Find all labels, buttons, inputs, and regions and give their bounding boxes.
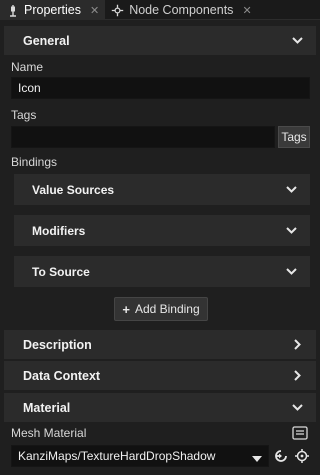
tags-field[interactable] xyxy=(11,126,275,148)
tags-label: Tags xyxy=(11,108,37,122)
go-to-resource-icon[interactable] xyxy=(272,447,290,465)
mesh-material-label: Mesh Material xyxy=(11,426,87,440)
chevron-right-icon xyxy=(291,338,304,351)
close-icon[interactable]: ✕ xyxy=(242,4,251,17)
properties-icon xyxy=(6,4,19,17)
material-editor-icon[interactable] xyxy=(291,424,309,442)
tab-properties[interactable]: Properties ✕ xyxy=(0,0,106,20)
section-general-label: General xyxy=(23,33,70,48)
close-icon[interactable]: ✕ xyxy=(90,4,99,17)
tab-node-components-label: Node Components xyxy=(129,3,234,17)
modifiers-expander[interactable]: Modifiers xyxy=(14,215,310,246)
section-material[interactable]: Material xyxy=(4,393,316,422)
chevron-down-icon xyxy=(285,224,298,237)
name-field[interactable]: Icon xyxy=(11,77,310,99)
value-sources-label: Value Sources xyxy=(32,182,115,197)
name-label: Name xyxy=(11,60,44,74)
tab-node-components[interactable]: Node Components ✕ xyxy=(105,0,257,20)
to-source-expander[interactable]: To Source xyxy=(14,256,310,287)
plus-icon: + xyxy=(122,301,130,317)
section-data-context[interactable]: Data Context xyxy=(4,361,316,390)
value-sources-expander[interactable]: Value Sources xyxy=(14,174,310,205)
tab-bar: Properties ✕ Node Components ✕ xyxy=(0,0,320,20)
chevron-right-icon xyxy=(291,369,304,382)
mesh-material-dropdown[interactable]: KanziMaps/TextureHardDropShadow xyxy=(11,445,269,467)
chevron-down-icon xyxy=(285,265,298,278)
section-description-label: Description xyxy=(23,337,92,352)
to-source-label: To Source xyxy=(32,264,90,279)
mesh-material-value: KanziMaps/TextureHardDropShadow xyxy=(18,449,216,463)
dropdown-arrow-icon xyxy=(252,452,262,466)
tab-properties-label: Properties xyxy=(24,3,81,17)
chevron-down-icon xyxy=(291,34,304,47)
target-icon[interactable] xyxy=(293,447,311,465)
section-data-context-label: Data Context xyxy=(23,368,101,383)
chevron-down-icon xyxy=(291,401,304,414)
bindings-label: Bindings xyxy=(11,155,58,169)
section-material-label: Material xyxy=(23,400,71,415)
chevron-down-icon xyxy=(285,183,298,196)
section-general[interactable]: General xyxy=(4,26,316,55)
add-binding-button[interactable]: + Add Binding xyxy=(114,297,208,321)
node-components-icon xyxy=(111,4,124,17)
section-description[interactable]: Description xyxy=(4,330,316,359)
tags-button[interactable]: Tags xyxy=(278,126,310,148)
modifiers-label: Modifiers xyxy=(32,223,86,238)
add-binding-label: Add Binding xyxy=(134,302,200,316)
